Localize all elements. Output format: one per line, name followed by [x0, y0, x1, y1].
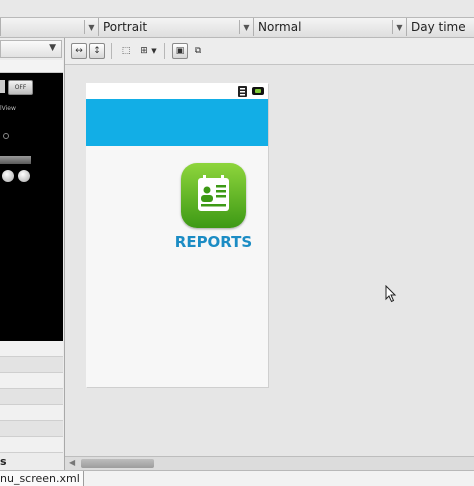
palette-section-label: s — [0, 455, 7, 468]
radio-icon — [3, 133, 9, 139]
palette-strip — [0, 60, 63, 73]
progress-bar — [0, 156, 31, 164]
list-item[interactable] — [0, 357, 63, 373]
orientation-select[interactable]: Portrait ▼ — [98, 18, 253, 36]
ui-mode-select[interactable]: Normal ▼ — [253, 18, 406, 36]
ui-mode-label: Normal — [258, 20, 302, 34]
toolbar-separator — [164, 43, 165, 59]
round-button[interactable] — [18, 170, 30, 182]
battery-icon — [252, 87, 264, 95]
signal-icon — [238, 86, 247, 97]
reports-label: REPORTS — [174, 233, 253, 251]
toggle-on-part — [0, 80, 5, 93]
night-mode-select[interactable]: Day time — [406, 18, 474, 36]
margins-button[interactable]: ⬚ — [118, 43, 134, 59]
app-header-bar — [86, 99, 268, 146]
night-mode-label: Day time — [411, 20, 466, 34]
report-card-icon — [198, 175, 229, 211]
mouse-cursor-icon — [385, 285, 397, 303]
fill-height-button[interactable]: ↕ — [89, 43, 105, 59]
chevron-down-icon: ▼ — [151, 47, 157, 55]
chevron-down-icon: ▼ — [239, 20, 253, 34]
round-button[interactable] — [2, 170, 14, 182]
orientation-label: Portrait — [103, 20, 148, 34]
chevron-down-icon: ▼ — [392, 20, 406, 34]
config-toolbar: ▼ Portrait ▼ Normal ▼ Day time — [0, 17, 474, 38]
scroll-left-icon[interactable]: ◀ — [69, 458, 75, 467]
list-item[interactable] — [0, 421, 63, 437]
toggle-off-button[interactable]: OFF — [8, 80, 33, 95]
status-bar — [86, 83, 268, 99]
horizontal-scrollbar[interactable]: ◀ — [65, 456, 474, 470]
arrows-horizontal-icon: ↔ — [75, 46, 83, 56]
dotted-grid-icon: ⊞ — [140, 46, 148, 56]
palette-header-dropdown[interactable]: ▼ — [0, 40, 62, 58]
editor-tab-bar: nu_screen.xml — [0, 470, 474, 486]
frame-icon: ▣ — [175, 46, 185, 56]
resize-icon: ⧉ — [194, 46, 202, 56]
toolbar-separator — [111, 43, 112, 59]
list-item[interactable] — [0, 373, 63, 389]
config-combo-device[interactable]: ▼ — [0, 18, 98, 36]
arrows-vertical-icon: ↕ — [93, 46, 101, 56]
scrollbar-thumb[interactable] — [81, 459, 154, 468]
palette-panel: ▼ OFF lView s — [0, 38, 65, 470]
fill-width-button[interactable]: ↔ — [71, 43, 87, 59]
distribute-button[interactable]: ⧉ — [190, 43, 206, 59]
chevron-down-icon: ▼ — [84, 20, 98, 34]
toggle-frame-button[interactable]: ▣ — [172, 43, 188, 59]
palette-list — [0, 341, 63, 453]
reports-tile[interactable] — [181, 163, 246, 228]
design-canvas[interactable]: REPORTS — [65, 65, 474, 456]
list-item[interactable] — [0, 405, 63, 421]
dotted-square-icon: ⬚ — [121, 46, 131, 56]
list-item[interactable] — [0, 389, 63, 405]
layout-editor-toolbar: ↔ ↕ ⬚ ⊞ ▼ ▣ ⧉ — [65, 38, 474, 65]
device-screen-preview: REPORTS — [86, 83, 268, 387]
chevron-down-icon: ▼ — [49, 43, 56, 53]
widget-label: lView — [0, 105, 16, 112]
gravity-dropdown[interactable]: ▼ — [149, 43, 159, 59]
list-item[interactable] — [0, 341, 63, 357]
list-item[interactable] — [0, 437, 63, 453]
file-tab[interactable]: nu_screen.xml — [0, 471, 84, 486]
widget-preview: OFF lView — [0, 73, 63, 341]
